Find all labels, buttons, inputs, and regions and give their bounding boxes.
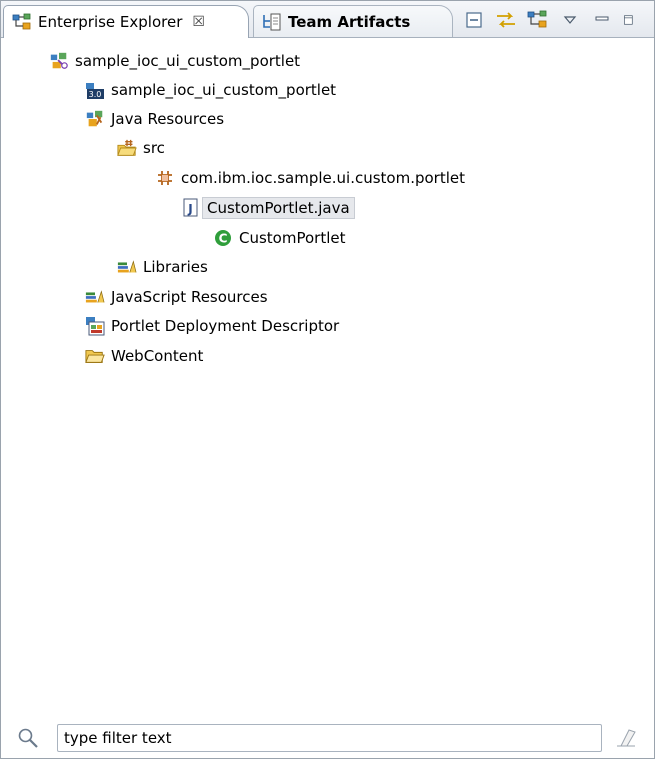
java-file-icon: J [181,198,201,218]
filter-bar [1,719,654,758]
tree-node-java-resources[interactable]: Java Resources [85,106,224,132]
tab-label: Team Artifacts [288,12,411,31]
collapse-all-icon[interactable] [463,9,485,31]
team-artifacts-icon [262,12,282,32]
tree-node-libraries[interactable]: Libraries [117,254,208,280]
tree-node-label: CustomPortlet.java [202,197,355,219]
tree-node-facet[interactable]: 3.0 sample_ioc_ui_custom_portlet [85,77,336,103]
tab-team-artifacts[interactable]: Team Artifacts [253,5,453,37]
svg-text:3.0: 3.0 [89,90,102,99]
folder-open-icon [85,346,105,366]
tree-node-java-file[interactable]: J CustomPortlet.java [181,195,355,221]
tree-node-portlet-dd[interactable]: Portlet Deployment Descriptor [85,313,339,339]
tab-enterprise-explorer[interactable]: Enterprise Explorer ☒ [3,5,249,38]
close-icon[interactable]: ☒ [192,14,205,30]
tree-node-label: Portlet Deployment Descriptor [111,317,340,335]
view-menu-icon[interactable] [559,9,581,31]
minimize-icon[interactable] [591,9,613,31]
package-icon [155,168,175,188]
tree-node-src[interactable]: src [117,135,165,161]
tree-node-package[interactable]: com.ibm.ioc.sample.ui.custom.portlet [155,165,465,191]
search-icon [17,727,39,753]
tree-node-label: Libraries [143,258,208,276]
enterprise-explorer-view: Enterprise Explorer ☒ Team Artifacts sam… [0,0,655,759]
explorer-options-icon[interactable] [527,9,549,31]
tab-label: Enterprise Explorer [38,13,183,31]
view-toolbar [463,9,633,31]
tree-node-project[interactable]: sample_ioc_ui_custom_portlet [49,48,300,74]
web-project-icon [49,51,69,71]
tree-node-webcontent[interactable]: WebContent [85,343,203,369]
javascript-resources-icon [85,287,105,307]
java-resources-icon [85,109,105,129]
tree-node-label: CustomPortlet [239,229,346,247]
portlet-facet-icon: 3.0 [85,80,105,100]
tree-node-class[interactable]: C CustomPortlet [213,225,345,251]
tree-node-label: sample_ioc_ui_custom_portlet [111,81,337,99]
svg-text:C: C [219,232,228,246]
enterprise-explorer-icon [12,12,32,32]
tree-node-label: sample_ioc_ui_custom_portlet [75,52,301,70]
tree-node-label: JavaScript Resources [111,288,268,306]
libraries-icon [117,257,137,277]
class-icon: C [213,228,233,248]
clear-filter-icon[interactable] [615,728,637,752]
filter-input[interactable] [57,724,602,752]
svg-text:J: J [187,202,192,216]
source-folder-icon [117,138,137,158]
tree-node-js-resources[interactable]: JavaScript Resources [85,284,268,310]
deployment-descriptor-icon [85,316,105,336]
view-tab-bar: Enterprise Explorer ☒ Team Artifacts [1,1,654,38]
tree-node-label: WebContent [111,347,204,365]
maximize-icon[interactable] [623,9,633,31]
tree-node-label: src [143,139,165,157]
tree-node-label: com.ibm.ioc.sample.ui.custom.portlet [181,169,466,187]
link-with-editor-icon[interactable] [495,9,517,31]
tree-node-label: Java Resources [111,110,225,128]
